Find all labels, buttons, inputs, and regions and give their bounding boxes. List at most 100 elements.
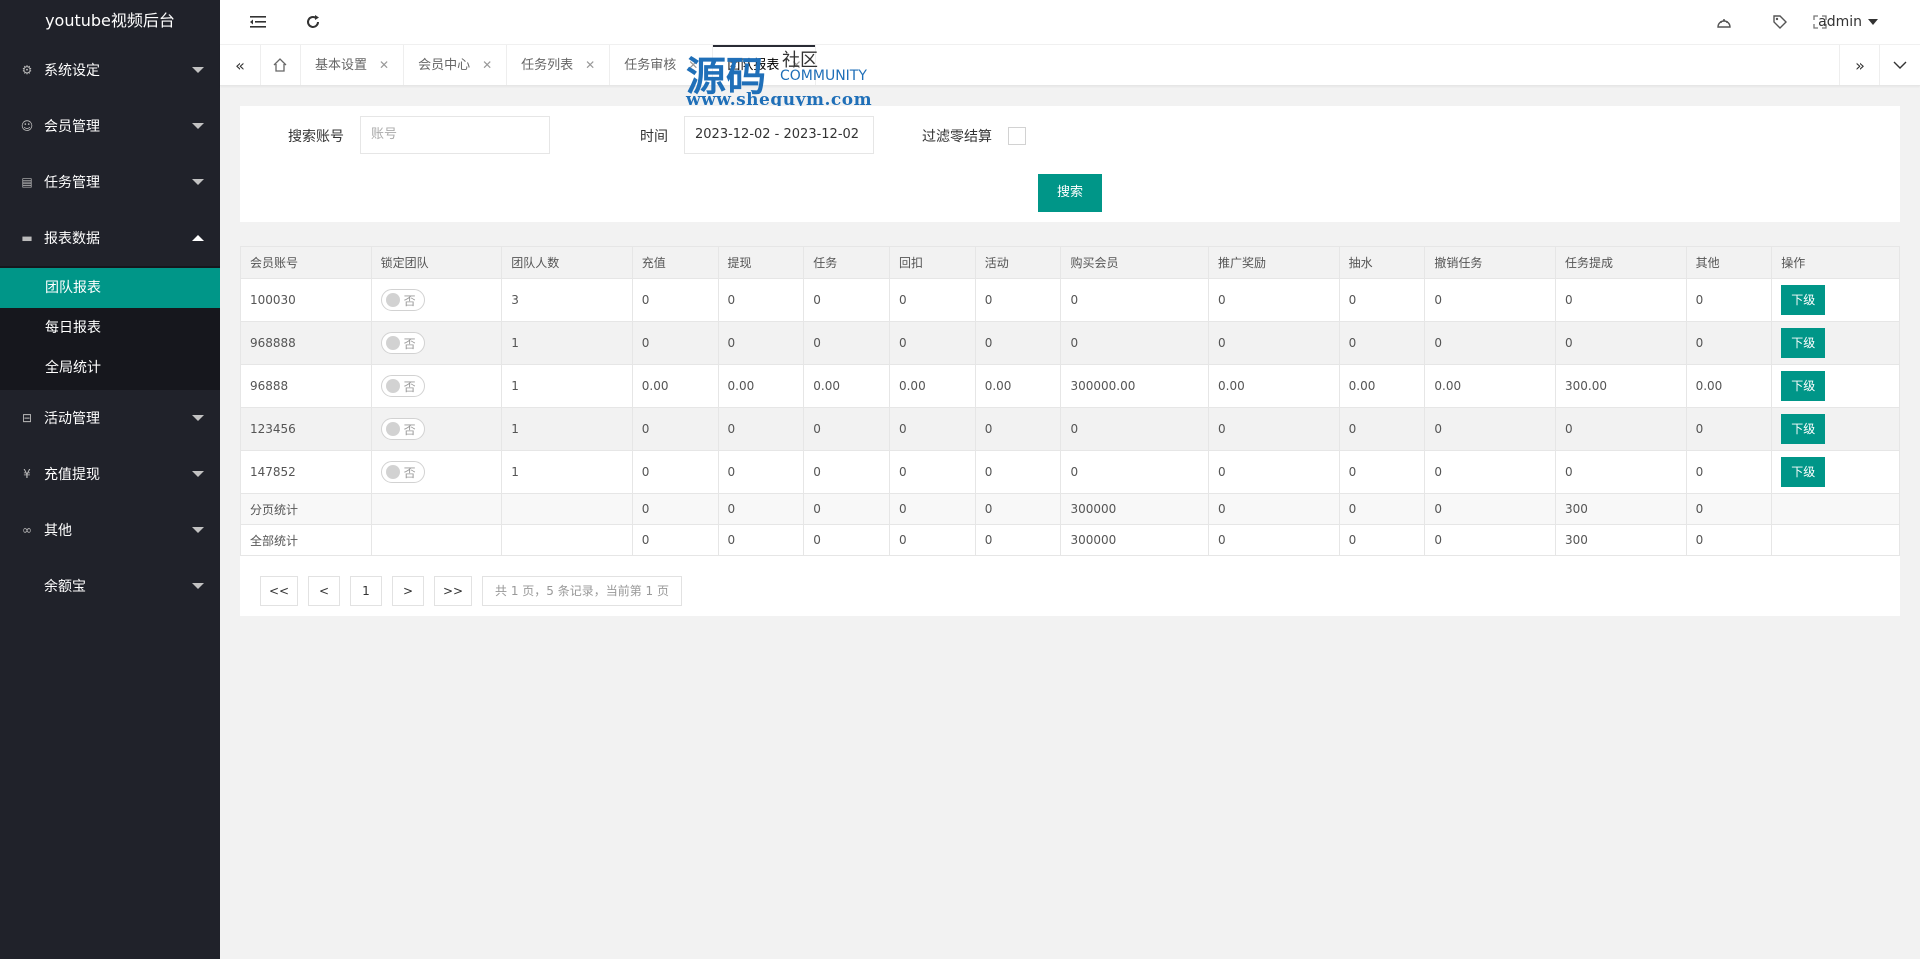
table-cell: 0 [803,407,890,451]
table-cell: 1 [501,407,633,451]
lock-team-switch[interactable]: 否 [380,461,425,483]
account-label: 搜索账号 [288,129,344,145]
switch-label: 否 [403,336,416,351]
search-button[interactable]: 搜索 [1038,174,1102,212]
blank-icon [20,579,34,593]
subordinates-button[interactable]: 下级 [1781,457,1826,487]
user-menu[interactable]: admin [1818,0,1878,44]
table-cell: 否 [370,278,503,322]
sidebar-subitem-global-stats[interactable]: 全局统计 [0,348,220,388]
column-header: 推广奖励 [1208,246,1340,279]
summary-row: 分页统计 0 0 0 0 0 300000 0 0 0 300 0 [240,493,1900,525]
switch-knob [385,293,400,307]
table-cell: 0 [1424,450,1556,494]
switch-label: 否 [403,293,416,308]
subordinates-button[interactable]: 下级 [1781,414,1826,444]
table-cell: 下级 [1771,407,1900,451]
table-cell: 123456 [240,407,372,451]
close-icon[interactable]: ✕ [482,58,492,72]
chevron-down-icon [192,67,204,73]
table-cell: 下级 [1771,450,1900,494]
sidebar-subitem-team-report[interactable]: 团队报表 [0,268,220,308]
tabs-bar: « 基本设置 ✕ 会员中心 ✕ 任务列表 ✕ 任务审核 ✕ 团队报表 ✕ » [220,45,1920,86]
subordinates-button[interactable]: 下级 [1781,371,1826,401]
table-cell: 下级 [1771,364,1900,408]
table-cell: 100030 [240,278,372,322]
table-cell: 0 [803,278,890,322]
table-cell: 0 [717,493,805,525]
tab-home[interactable] [260,45,301,85]
tab-task-list[interactable]: 任务列表 ✕ [507,45,611,85]
menu-toggle-icon[interactable] [238,0,278,44]
table-cell: 0.00 [888,364,976,408]
report-icon: ▬ [21,231,33,245]
last-page-button[interactable]: >> [434,576,472,606]
lock-team-switch[interactable]: 否 [380,332,425,354]
prev-page-button[interactable]: < [308,576,340,606]
table-cell: 0 [1685,407,1773,451]
tabs-scroll-right-icon[interactable]: » [1839,45,1880,85]
lock-team-switch[interactable]: 否 [380,418,425,440]
table-cell: 0.00 [1338,364,1426,408]
table-cell: 0 [974,450,1062,494]
table-cell: 1 [501,364,633,408]
time-range-input[interactable]: 2023-12-02 - 2023-12-02 [684,116,874,154]
lock-team-switch[interactable]: 否 [380,375,425,397]
sidebar-item-system-settings[interactable]: ⚙ 系统设定 [0,42,220,98]
table-cell: 0 [717,407,805,451]
table-cell: 0 [1208,407,1340,451]
subordinates-button[interactable]: 下级 [1781,285,1826,315]
top-header: admin [220,0,1920,45]
sidebar-item-activities[interactable]: ⊟ 活动管理 [0,390,220,446]
watermark-community-en: COMMUNITY [780,68,867,84]
column-header: 活动 [974,246,1062,279]
refresh-icon[interactable] [293,0,333,44]
table-cell: 0 [1424,524,1556,556]
sidebar-item-label: 余额宝 [44,579,86,595]
table-cell: 0 [1060,321,1210,365]
table-cell: 0 [717,450,805,494]
next-page-button[interactable]: > [392,576,424,606]
subordinates-button[interactable]: 下级 [1781,328,1826,358]
first-page-button[interactable]: << [260,576,298,606]
close-icon[interactable]: ✕ [585,58,595,72]
theme-icon[interactable] [1704,0,1744,44]
table-cell: 0 [974,278,1062,322]
lock-team-switch[interactable]: 否 [380,289,425,311]
column-header: 锁定团队 [370,246,503,279]
account-input[interactable]: 账号 [360,116,550,154]
submenu-reports: 团队报表 每日报表 全局统计 [0,266,220,390]
sidebar-item-reports[interactable]: ▬ 报表数据 [0,210,220,266]
tag-icon[interactable] [1760,0,1800,44]
table-cell: 0 [1208,321,1340,365]
table-cell: 否 [370,364,503,408]
table-cell: 0 [1060,450,1210,494]
sidebar-item-tasks[interactable]: ▤ 任务管理 [0,154,220,210]
tab-member-center[interactable]: 会员中心 ✕ [404,45,508,85]
column-header: 提现 [717,246,805,279]
sidebar-item-members[interactable]: ☺ 会员管理 [0,98,220,154]
table-cell: 0 [974,321,1062,365]
close-icon[interactable]: ✕ [379,58,389,72]
table-cell: 0 [803,524,890,556]
filter-zero-checkbox[interactable] [1008,127,1026,145]
table-cell: 147852 [240,450,372,494]
sidebar-item-recharge-withdraw[interactable]: ¥ 充值提现 [0,446,220,502]
table-cell: 0.00 [974,364,1062,408]
sidebar-item-other[interactable]: ∞ 其他 [0,502,220,558]
table-cell: 下级 [1771,278,1900,322]
table-cell: 300000 [1060,524,1210,556]
tabs-scroll-left-icon[interactable]: « [220,45,261,85]
column-header: 任务提成 [1554,246,1687,279]
tabs-menu-icon[interactable] [1879,45,1920,85]
table-cell: 0 [1338,278,1426,322]
tab-basic-settings[interactable]: 基本设置 ✕ [301,45,405,85]
table-cell: 0 [717,278,805,322]
sidebar-subitem-daily-report[interactable]: 每日报表 [0,308,220,348]
table-cell: 0 [803,493,890,525]
column-header: 团队人数 [501,246,633,279]
search-form: 搜索账号 账号 时间 2023-12-02 - 2023-12-02 过滤零结算… [240,106,1900,222]
table-cell: 0 [888,450,976,494]
page-number-button[interactable]: 1 [350,576,382,606]
sidebar-item-balance[interactable]: 余额宝 [0,558,220,614]
